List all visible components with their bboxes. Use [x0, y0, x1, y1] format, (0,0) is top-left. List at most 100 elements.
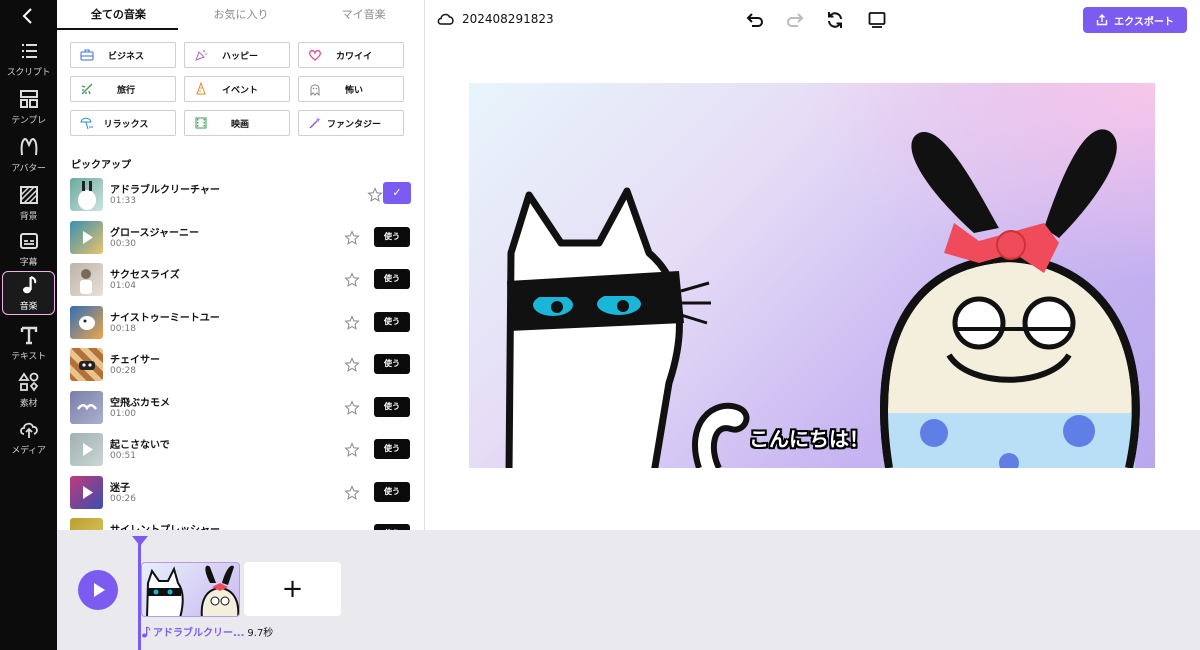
use-button[interactable]: 使う [374, 439, 410, 459]
back-arrow-icon[interactable] [16, 6, 40, 26]
category-kawaii[interactable]: カワイイ [298, 42, 404, 68]
creature-thumbnail-icon [78, 181, 96, 210]
beach-umbrella-icon [80, 117, 93, 130]
rail-item-music[interactable]: 音楽 [2, 271, 55, 315]
favorite-star-icon[interactable] [344, 230, 360, 246]
rail-item-script[interactable]: スクリプト [2, 38, 55, 82]
category-scary[interactable]: 怖い [298, 76, 404, 102]
favorite-star-icon[interactable] [344, 357, 360, 373]
track-row[interactable]: 迷子 00:26 使う [70, 476, 413, 510]
music-track-strip[interactable]: アドラブルクリー... 9.7秒 [141, 624, 273, 639]
track-thumbnail [70, 221, 103, 254]
tab-my-music[interactable]: マイ音楽 [302, 0, 425, 30]
track-row[interactable]: サイレントプレッシャー 使う [70, 518, 413, 530]
category-business[interactable]: ビジネス [70, 42, 176, 68]
rail-label: テキスト [11, 352, 46, 362]
play-button[interactable] [78, 570, 118, 610]
caption-text[interactable]: こんにちは！ [749, 423, 869, 452]
timeline: + アドラブルクリー... 9.7秒 [57, 530, 1200, 650]
favorite-star-icon[interactable] [344, 485, 360, 501]
airplane-icon [81, 83, 93, 95]
category-travel[interactable]: 旅行 [70, 76, 176, 102]
use-button[interactable]: 使う [374, 397, 410, 417]
track-row[interactable]: ナイストゥーミートユー 00:18 使う [70, 306, 413, 340]
ghost-icon [310, 84, 320, 96]
music-note-icon [22, 276, 36, 294]
shapes-icon [17, 372, 38, 392]
redo-icon[interactable] [785, 10, 805, 30]
party-popper-icon [195, 50, 207, 61]
cloud-upload-icon [19, 422, 38, 438]
tab-favorites[interactable]: お気に入り [180, 0, 303, 30]
playhead-handle[interactable] [132, 536, 148, 546]
track-thumbnail [70, 178, 103, 211]
track-thumbnail [70, 476, 103, 509]
rail-label: 音楽 [19, 302, 38, 312]
rail-item-materials[interactable]: 素材 [2, 369, 55, 413]
use-button[interactable]: 使う [374, 482, 410, 502]
track-thumbnail [70, 391, 103, 424]
track-row[interactable]: アドラブルクリーチャー 01:33 ✓ [70, 178, 413, 212]
pickup-heading: ピックアップ [71, 160, 131, 171]
category-event[interactable]: イベント [184, 76, 290, 102]
rail-item-background[interactable]: 背景 [2, 182, 55, 226]
track-row[interactable]: グロースジャーニー 00:30 使う [70, 221, 413, 255]
track-thumbnail [70, 306, 103, 339]
selected-check-button[interactable]: ✓ [383, 182, 411, 204]
favorite-star-icon[interactable] [344, 315, 360, 331]
track-title: アドラブルクリーチャー [110, 185, 220, 196]
person-thumbnail-icon [80, 269, 92, 294]
screen-icon[interactable] [867, 10, 887, 30]
favorite-star-icon[interactable] [344, 442, 360, 458]
favorite-star-icon[interactable] [367, 187, 383, 203]
track-row[interactable]: チェイサー 00:28 使う [70, 348, 413, 382]
export-share-icon [1096, 14, 1108, 26]
track-duration: 01:33 [110, 196, 136, 206]
rail-item-subtitle[interactable]: 字幕 [2, 228, 55, 272]
tab-all-music[interactable]: 全ての音楽 [57, 0, 180, 30]
use-button[interactable]: 使う [374, 354, 410, 374]
track-duration: 00:18 [110, 324, 136, 334]
category-fantasy[interactable]: ファンタジー [298, 110, 404, 136]
rail-item-media[interactable]: メディア [2, 416, 55, 460]
film-icon [195, 117, 207, 129]
track-title: サイレントプレッシャー [110, 521, 220, 530]
rail-label: 字幕 [19, 258, 38, 268]
category-movie[interactable]: 映画 [184, 110, 290, 136]
rail-item-template[interactable]: テンプレ [2, 86, 55, 130]
rail-label: スクリプト [6, 68, 51, 78]
use-button[interactable]: 使う [374, 227, 410, 247]
category-happy[interactable]: ハッピー [184, 42, 290, 68]
rail-item-avatar[interactable]: アバター [2, 134, 55, 178]
track-duration: 00:26 [110, 494, 136, 504]
heart-icon [309, 50, 321, 61]
use-button[interactable]: 使う [374, 312, 410, 332]
track-thumbnail [70, 518, 103, 530]
category-relax[interactable]: リラックス [70, 110, 176, 136]
track-duration: 01:00 [110, 409, 136, 419]
subtitle-icon [19, 233, 38, 249]
favorite-star-icon[interactable] [344, 272, 360, 288]
background-icon [19, 186, 38, 204]
cat-thumbnail-icon [79, 361, 95, 370]
tree-icon [196, 82, 206, 95]
favorite-star-icon[interactable] [344, 400, 360, 416]
magic-wand-icon [309, 117, 321, 129]
add-clip-button[interactable]: + [244, 562, 341, 616]
video-preview-canvas[interactable]: こんにちは！ [469, 83, 1155, 468]
export-button[interactable]: エクスポート [1083, 7, 1187, 33]
use-button[interactable]: 使う [374, 269, 410, 289]
project-name[interactable]: 202408291823 [462, 12, 554, 26]
refresh-icon[interactable] [825, 10, 845, 30]
video-clip-thumbnail[interactable] [141, 562, 240, 617]
music-track-length: 9.7秒 [247, 628, 274, 639]
text-icon [20, 326, 37, 345]
rail-item-text[interactable]: テキスト [2, 322, 55, 366]
undo-icon[interactable] [745, 10, 765, 30]
music-note-icon [142, 626, 151, 637]
track-row[interactable]: サクセスライズ 01:04 使う [70, 263, 413, 297]
track-row[interactable]: 空飛ぶカモメ 01:00 使う [70, 391, 413, 425]
track-row[interactable]: 起こさないで 00:51 使う [70, 433, 413, 467]
play-thumbnail-icon [83, 231, 93, 244]
rail-label: メディア [11, 446, 46, 456]
